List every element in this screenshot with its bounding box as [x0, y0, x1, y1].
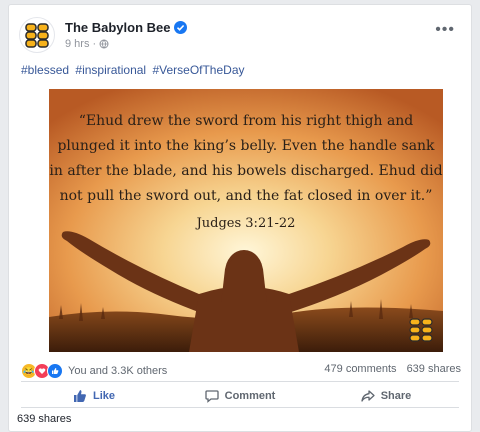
reactions-summary[interactable]: 😂 You and 3.3K others [21, 363, 167, 379]
post-actions: Like Comment Share [21, 385, 459, 407]
page-name-text[interactable]: The Babylon Bee [65, 20, 170, 35]
hashtag-link[interactable]: #blessed [21, 63, 69, 77]
comment-label: Comment [224, 390, 276, 402]
share-label: Share [380, 390, 412, 402]
footer-share-count[interactable]: 639 shares [17, 413, 71, 425]
divider [21, 407, 459, 408]
post-meta: 9 hrs · [65, 38, 109, 50]
more-options-button[interactable]: ••• [435, 21, 455, 39]
globe-icon [99, 39, 109, 49]
bee-watermark-icon [409, 318, 433, 342]
verse-citation: Judges 3:21-22 [196, 216, 296, 231]
page-avatar[interactable] [19, 17, 55, 53]
hashtag-link[interactable]: #VerseOfTheDay [152, 63, 244, 77]
comment-count[interactable]: 479 comments [324, 363, 396, 375]
post-header: The Babylon Bee 9 hrs · ••• [19, 17, 459, 53]
more-icon: ••• [435, 21, 455, 38]
post-card: The Babylon Bee 9 hrs · ••• #blessed #in… [8, 4, 472, 432]
reaction-count[interactable]: You and 3.3K others [68, 365, 167, 377]
verified-badge-icon [174, 21, 188, 34]
divider [21, 381, 459, 382]
share-arrow-icon [361, 390, 375, 402]
counts: 479 comments 639 shares [324, 363, 461, 375]
post-image[interactable]: “Ehud drew the sword from his right thig… [49, 89, 443, 352]
engagement-stats: 😂 You and 3.3K others 479 comments 639 s… [21, 363, 461, 381]
like-label: Like [92, 390, 115, 402]
comment-icon [204, 390, 219, 403]
hashtag-link[interactable]: #inspirational [75, 63, 146, 77]
verse-quote: “Ehud drew the sword from his right thig… [49, 113, 443, 204]
thumbs-up-icon [73, 390, 86, 402]
share-button[interactable]: Share [313, 385, 459, 407]
meta-separator: · [92, 38, 97, 50]
share-count[interactable]: 639 shares [407, 363, 461, 375]
post-time[interactable]: 9 hrs [65, 38, 89, 50]
comment-button[interactable]: Comment [167, 385, 313, 407]
page-name[interactable]: The Babylon Bee [65, 20, 188, 35]
bee-logo-icon [25, 23, 49, 48]
like-reaction-icon [47, 363, 63, 379]
hashtags: #blessed #inspirational #VerseOfTheDay [21, 63, 248, 77]
like-button[interactable]: Like [21, 385, 167, 407]
